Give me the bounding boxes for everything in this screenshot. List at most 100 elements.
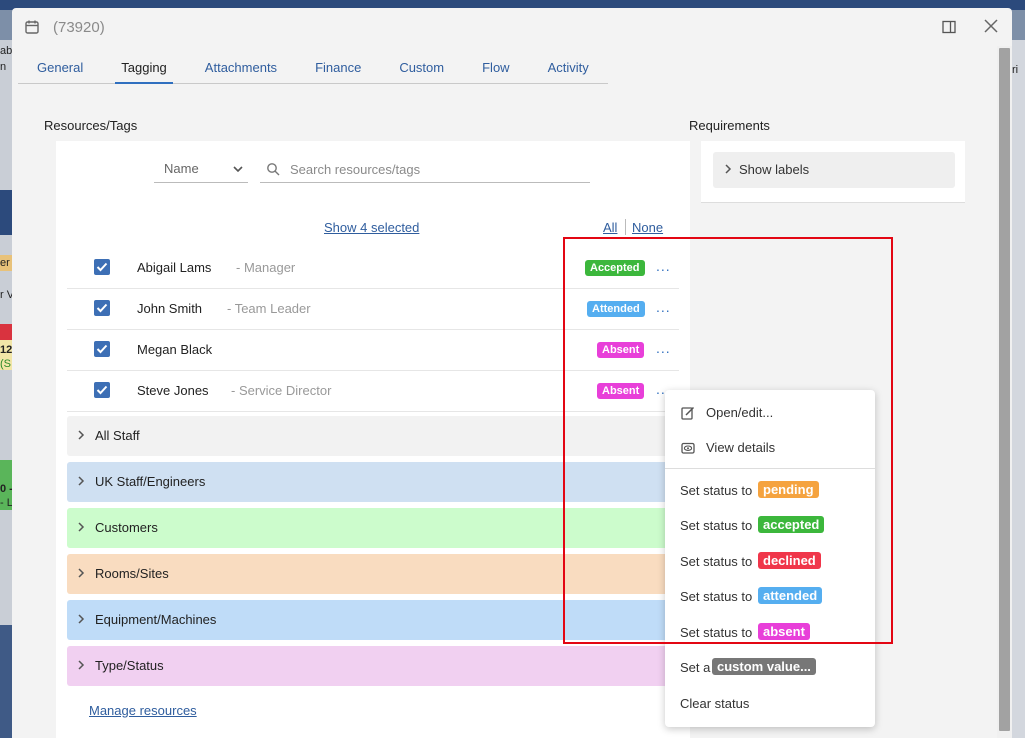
- search-input[interactable]: [290, 159, 585, 179]
- background-text: 0 -: [0, 483, 12, 495]
- tab-custom[interactable]: Custom: [380, 52, 463, 83]
- menu-item-label: Clear status: [680, 696, 750, 711]
- resource-row[interactable]: Steve Jones - Service Director Absent ..…: [67, 371, 679, 412]
- menu-item-open-edit[interactable]: Open/edit...: [665, 398, 875, 428]
- group-name: UK Staff/Engineers: [95, 474, 206, 489]
- dialog-header: (73920): [12, 8, 1012, 48]
- menu-item-set-absent[interactable]: Set status to absent: [665, 618, 875, 648]
- menu-item-label: View details: [706, 440, 776, 455]
- tab-activity[interactable]: Activity: [529, 52, 608, 83]
- tab-general[interactable]: General: [18, 52, 102, 83]
- background-text: 12: [0, 344, 12, 356]
- menu-item-label: Set status to: [680, 554, 753, 569]
- menu-item-set-custom-value[interactable]: Set a custom value...: [665, 653, 875, 683]
- checkmark-icon: [96, 344, 108, 354]
- menu-item-label: Set status to: [680, 589, 753, 604]
- chevron-right-icon: [78, 614, 85, 624]
- more-options-icon[interactable]: ...: [656, 340, 671, 356]
- resource-checkbox[interactable]: [94, 300, 110, 316]
- group-all-staff[interactable]: All Staff: [67, 416, 679, 456]
- background-text: - L: [0, 497, 12, 509]
- resource-groups: All Staff UK Staff/Engineers Customers R…: [67, 416, 679, 692]
- group-customers[interactable]: Customers: [67, 508, 679, 548]
- group-name: Customers: [95, 520, 158, 535]
- side-panel-icon[interactable]: [942, 20, 956, 34]
- background-text: ri: [1012, 64, 1019, 76]
- group-equipment-machines[interactable]: Equipment/Machines: [67, 600, 679, 640]
- menu-item-label: Set a: [680, 660, 711, 675]
- edit-icon: [681, 406, 695, 420]
- search-field[interactable]: [260, 157, 590, 183]
- link-separator: [625, 219, 626, 235]
- show-labels-toggle[interactable]: Show labels: [713, 152, 955, 188]
- background-text: er: [0, 257, 10, 269]
- resource-checkbox[interactable]: [94, 259, 110, 275]
- group-name: Type/Status: [95, 658, 164, 673]
- more-options-icon[interactable]: ...: [656, 258, 671, 274]
- background-block: [0, 190, 12, 235]
- group-name: Rooms/Sites: [95, 566, 169, 581]
- more-options-icon[interactable]: ...: [656, 299, 671, 315]
- background-left-panel: abe n er r V 12 (S 0 - - L: [0, 40, 12, 738]
- group-name: Equipment/Machines: [95, 612, 217, 627]
- chevron-right-icon: [78, 522, 85, 532]
- tab-flow[interactable]: Flow: [463, 52, 528, 83]
- group-uk-staff-engineers[interactable]: UK Staff/Engineers: [67, 462, 679, 502]
- resource-row[interactable]: John Smith - Team Leader Attended ...: [67, 289, 679, 330]
- search-icon: [267, 163, 280, 176]
- view-details-icon: [681, 442, 695, 454]
- chevron-right-icon: [725, 164, 732, 174]
- status-pill-custom: custom value...: [712, 658, 816, 675]
- resource-role: - Team Leader: [227, 301, 311, 316]
- select-none-link[interactable]: None: [632, 220, 663, 235]
- status-badge: Absent: [597, 342, 645, 358]
- resource-role: - Service Director: [231, 383, 332, 398]
- group-name: All Staff: [95, 428, 140, 443]
- menu-item-set-attended[interactable]: Set status to attended: [665, 582, 875, 612]
- background-block: [0, 625, 12, 738]
- scrollbar-thumb[interactable]: [999, 48, 1010, 731]
- menu-item-label: Set status to: [680, 625, 753, 640]
- checkmark-icon: [96, 385, 108, 395]
- selected-resources-list: Abigail Lams - Manager Accepted ... John…: [67, 248, 679, 412]
- menu-item-set-declined[interactable]: Set status to declined: [665, 547, 875, 577]
- select-all-link[interactable]: All: [603, 220, 617, 235]
- menu-item-set-accepted[interactable]: Set status to accepted: [665, 511, 875, 541]
- status-context-menu: Open/edit... View details Set status to …: [665, 390, 875, 727]
- chevron-right-icon: [78, 660, 85, 670]
- resource-checkbox[interactable]: [94, 341, 110, 357]
- background-right-panel: ri: [1012, 40, 1025, 738]
- menu-item-clear-status[interactable]: Clear status: [665, 689, 875, 719]
- requirements-card: Show labels: [701, 141, 965, 203]
- resources-card: Name Show 4 selected All None Abigail La…: [56, 141, 690, 738]
- resource-row[interactable]: Abigail Lams - Manager Accepted ...: [67, 248, 679, 289]
- resource-name: Abigail Lams: [137, 260, 212, 275]
- tab-tagging[interactable]: Tagging: [102, 52, 186, 84]
- menu-item-label: Set status to: [680, 483, 753, 498]
- dialog-title: (73920): [53, 19, 105, 36]
- tab-finance[interactable]: Finance: [296, 52, 380, 83]
- manage-resources-link[interactable]: Manage resources: [89, 703, 197, 718]
- resource-role: - Manager: [236, 260, 296, 275]
- checkmark-icon: [96, 262, 108, 272]
- show-selected-link[interactable]: Show 4 selected: [324, 220, 419, 235]
- close-icon[interactable]: [982, 17, 1000, 35]
- status-pill-declined: declined: [758, 552, 821, 569]
- menu-item-set-pending[interactable]: Set status to pending: [665, 476, 875, 506]
- status-pill-attended: attended: [758, 587, 823, 604]
- background-text: r V: [0, 289, 12, 301]
- resource-checkbox[interactable]: [94, 382, 110, 398]
- status-badge: Attended: [587, 301, 645, 317]
- sort-select[interactable]: Name: [154, 157, 248, 183]
- group-type-status[interactable]: Type/Status: [67, 646, 679, 686]
- resource-name: Steve Jones: [137, 383, 209, 398]
- resource-row[interactable]: Megan Black Absent ...: [67, 330, 679, 371]
- group-rooms-sites[interactable]: Rooms/Sites: [67, 554, 679, 594]
- chevron-right-icon: [78, 568, 85, 578]
- background-block: [0, 324, 12, 340]
- menu-item-view-details[interactable]: View details: [665, 433, 875, 463]
- resources-section-label: Resources/Tags: [44, 118, 138, 133]
- status-pill-pending: pending: [758, 481, 819, 498]
- requirements-section-label: Requirements: [689, 118, 770, 133]
- tab-attachments[interactable]: Attachments: [186, 52, 296, 83]
